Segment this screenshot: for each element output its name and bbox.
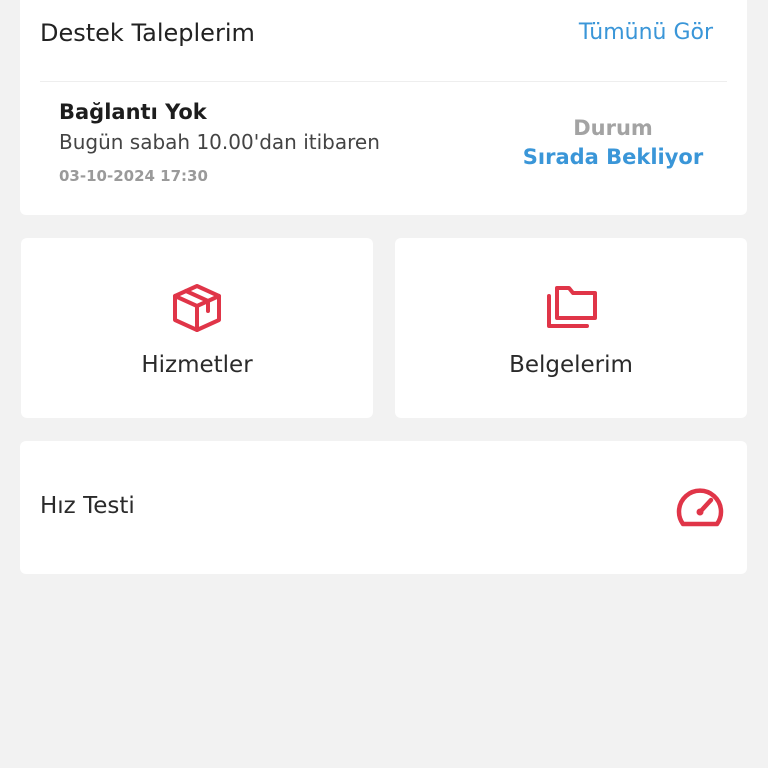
speedometer-icon — [676, 488, 724, 527]
speed-test-label: Hız Testi — [40, 493, 135, 519]
services-tile[interactable]: Hizmetler — [21, 238, 373, 418]
ticket-date: 03-10-2024 17:30 — [59, 167, 208, 185]
documents-tile[interactable]: Belgelerim — [395, 238, 747, 418]
ticket-list-item[interactable]: Bağlantı Yok Bugün sabah 10.00'dan itiba… — [20, 82, 747, 215]
package-icon — [173, 284, 221, 332]
folders-icon — [547, 286, 597, 328]
services-label: Hizmetler — [141, 352, 253, 378]
ticket-status-label: Durum — [573, 116, 653, 140]
ticket-description: Bugün sabah 10.00'dan itibaren — [59, 130, 380, 154]
see-all-link[interactable]: Tümünü Gör — [579, 20, 713, 45]
support-requests-header: Destek Taleplerim Tümünü Gör — [20, 0, 747, 80]
ticket-title: Bağlantı Yok — [59, 100, 207, 124]
support-requests-card: Destek Taleplerim Tümünü Gör Bağlantı Yo… — [20, 0, 747, 215]
support-requests-title: Destek Taleplerim — [40, 19, 255, 47]
documents-label: Belgelerim — [509, 352, 633, 378]
speed-test-card[interactable]: Hız Testi — [20, 441, 747, 574]
ticket-status-value: Sırada Bekliyor — [522, 145, 704, 169]
